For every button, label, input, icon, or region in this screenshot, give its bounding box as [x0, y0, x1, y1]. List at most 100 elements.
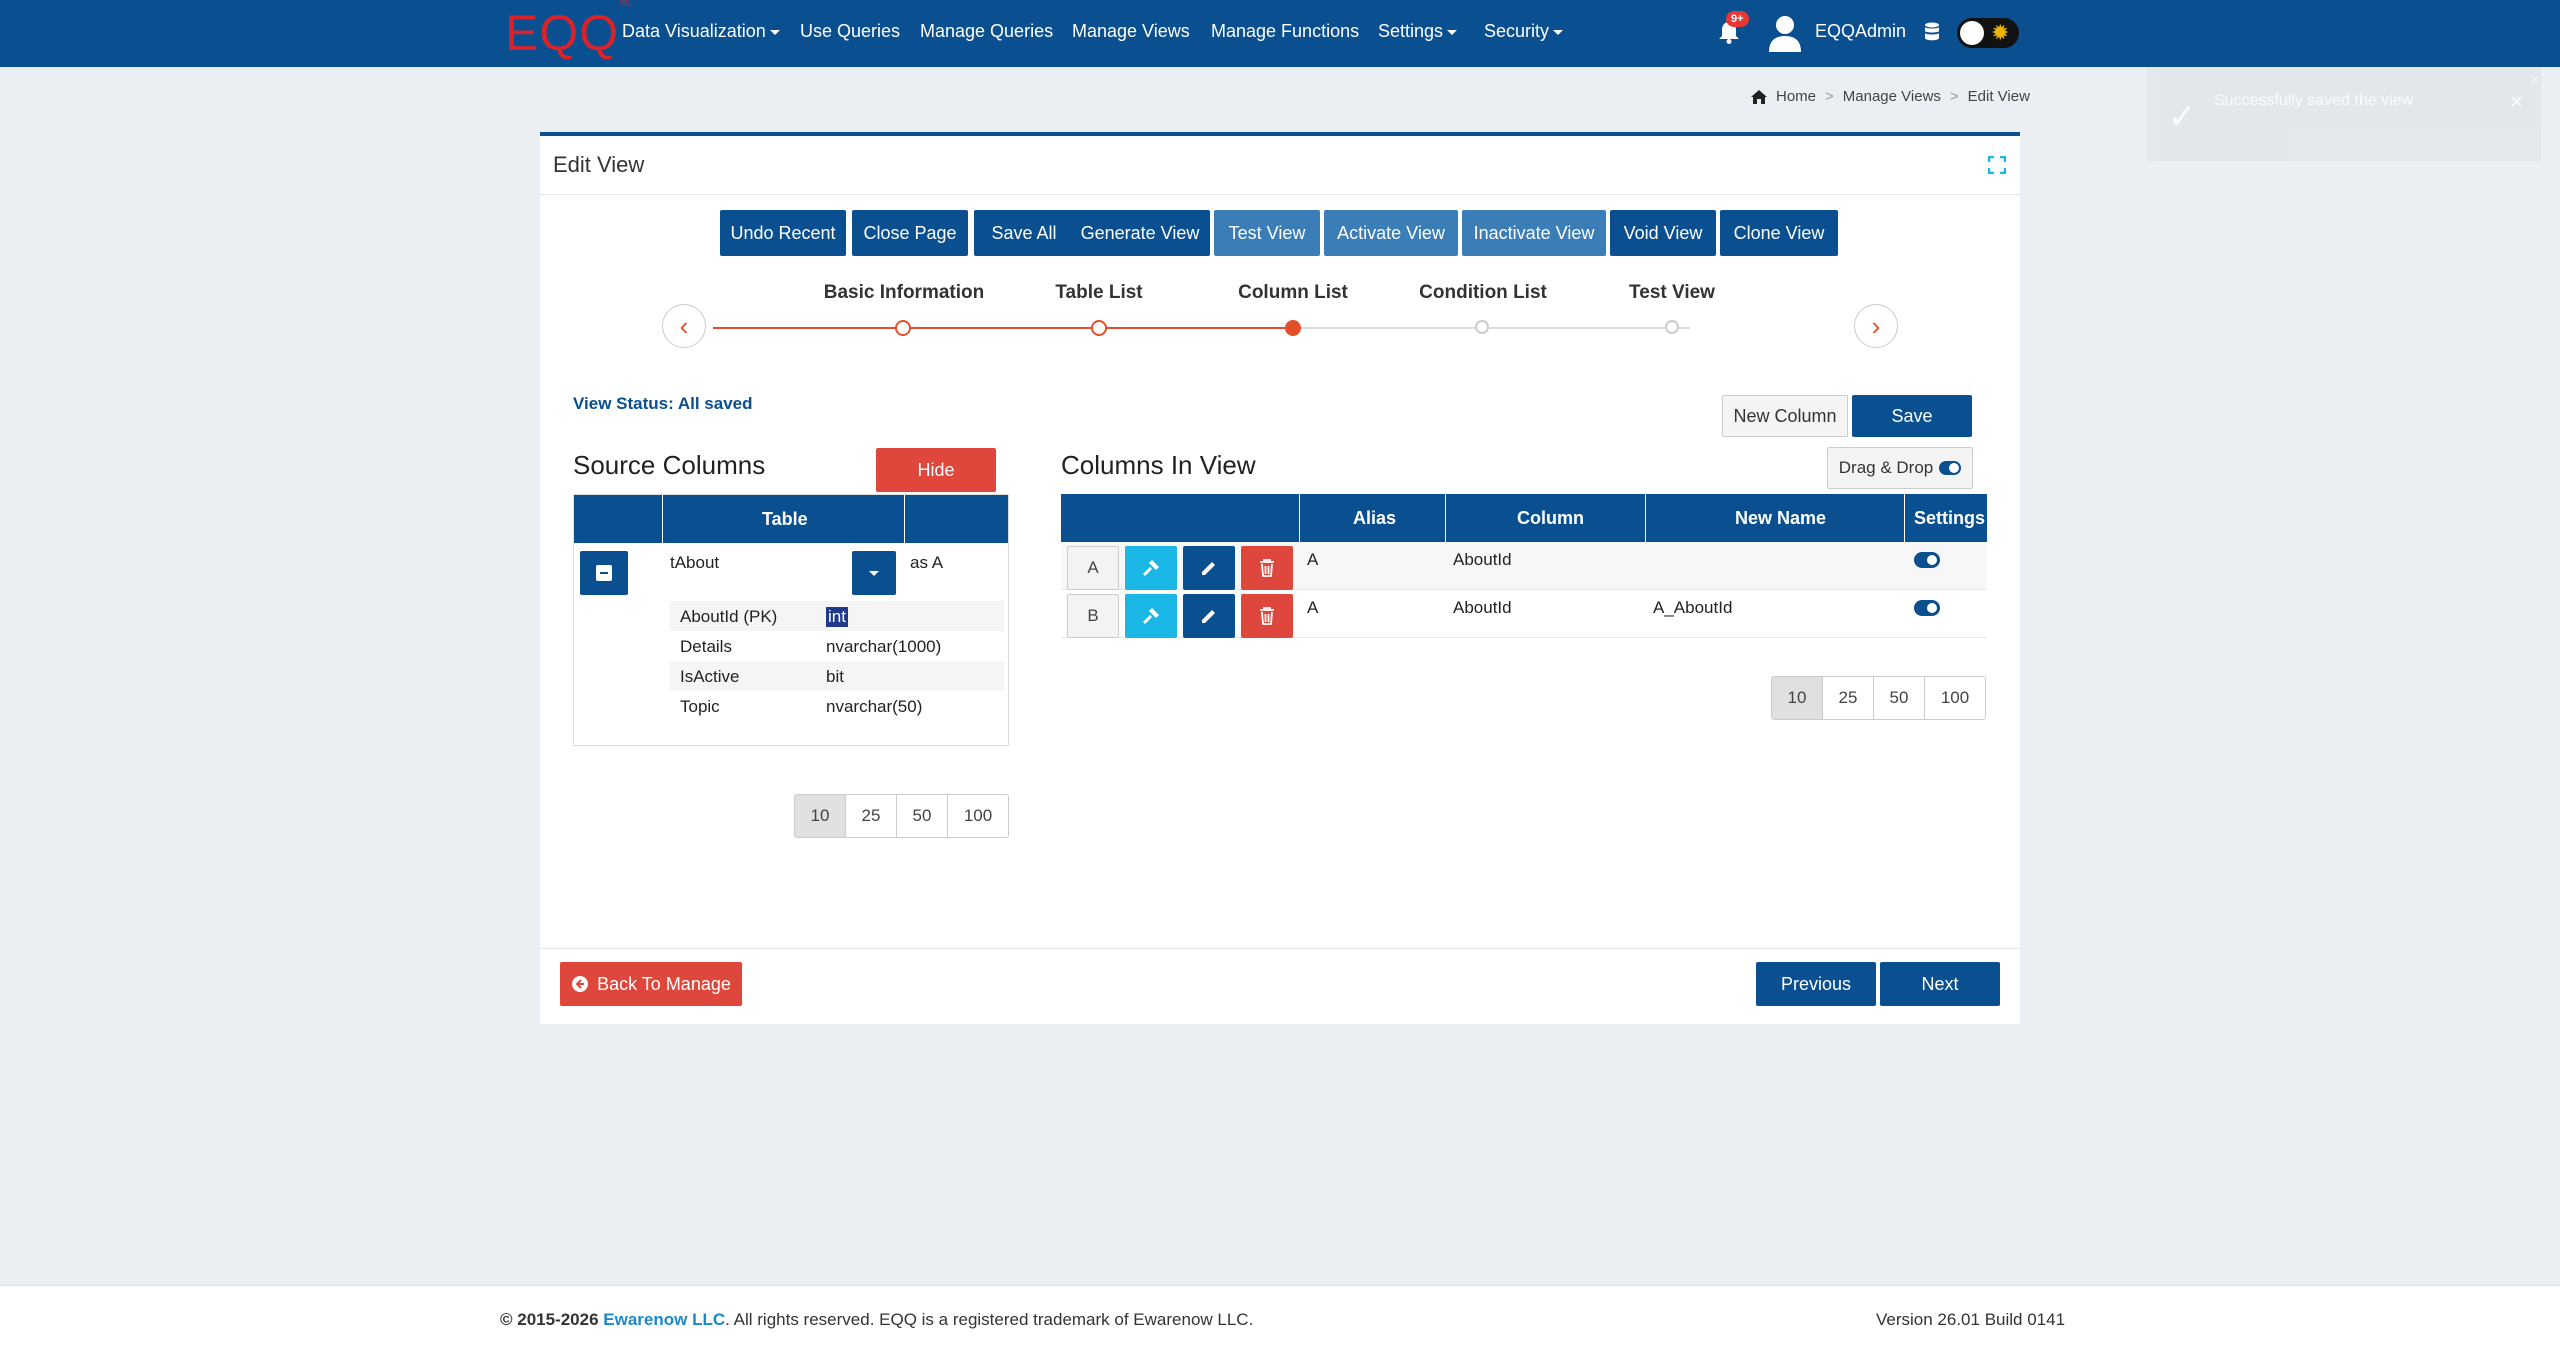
field-type: nvarchar(1000): [826, 637, 942, 656]
page-size-option[interactable]: 10: [1772, 677, 1823, 719]
nav-settings[interactable]: Settings: [1378, 21, 1458, 42]
list-item[interactable]: Details nvarchar(1000): [670, 631, 1004, 661]
table-row: B A AboutId A_AboutId: [1061, 590, 1987, 638]
toast-close-icon[interactable]: ×: [2510, 89, 2523, 115]
chevron-down-icon: [869, 571, 879, 576]
list-item[interactable]: Topic nvarchar(50): [670, 691, 1004, 721]
username-label[interactable]: EQQAdmin: [1815, 21, 1906, 42]
company-link[interactable]: Ewarenow LLC: [603, 1310, 725, 1329]
breadcrumb-home[interactable]: Home: [1776, 88, 1816, 105]
collapse-table-button[interactable]: [580, 551, 628, 595]
cell-alias: A: [1307, 550, 1319, 569]
stepper-prev-button[interactable]: ‹: [662, 304, 706, 348]
list-item[interactable]: IsActive bit: [670, 661, 1004, 691]
header-divider: [1645, 494, 1646, 542]
page-size-option[interactable]: 10: [795, 795, 846, 837]
step-dot-column-list[interactable]: [1285, 320, 1301, 336]
cell-alias: A: [1307, 598, 1319, 617]
header-divider: [1299, 494, 1300, 542]
undo-recent-button[interactable]: Undo Recent: [720, 210, 846, 256]
close-icon[interactable]: ×: [2531, 71, 2539, 87]
previous-button[interactable]: Previous: [1756, 962, 1876, 1006]
view-status: View Status: All saved: [573, 394, 753, 413]
trash-icon: [1260, 607, 1274, 625]
step-dot-table-list[interactable]: [1091, 320, 1107, 336]
settings-toggle[interactable]: [1914, 552, 1940, 568]
columns-in-view-table: Alias Column New Name Settings A A About…: [1061, 494, 1987, 644]
step-label-table-list[interactable]: Table List: [1055, 282, 1142, 304]
row-delete-button[interactable]: [1241, 546, 1293, 590]
page-size-option[interactable]: 100: [1925, 677, 1985, 719]
breadcrumb-manage-views[interactable]: Manage Views: [1843, 88, 1941, 105]
step-label-basic-information[interactable]: Basic Information: [824, 282, 984, 304]
page-size-option[interactable]: 25: [846, 795, 897, 837]
hide-button[interactable]: Hide: [876, 448, 996, 492]
row-letter-button[interactable]: A: [1067, 546, 1119, 590]
drag-drop-toggle-button[interactable]: Drag & Drop: [1827, 447, 1973, 489]
field-type: nvarchar(50): [826, 697, 923, 716]
chevron-right-icon: ›: [1871, 310, 1881, 341]
toggle-on-icon: [1939, 461, 1962, 475]
fullscreen-icon[interactable]: [1988, 156, 2006, 174]
theme-toggle[interactable]: ✹: [1957, 18, 2019, 48]
step-dot-condition-list[interactable]: [1475, 320, 1489, 334]
save-button[interactable]: Save: [1852, 395, 1972, 437]
step-dot-basic-information[interactable]: [895, 320, 911, 336]
field-name: AboutId (PK): [680, 607, 778, 626]
nav-manage-views[interactable]: Manage Views: [1072, 21, 1190, 42]
database-icon[interactable]: [1924, 22, 1940, 42]
stepper-next-button[interactable]: ›: [1854, 304, 1898, 348]
step-label-test-view[interactable]: Test View: [1629, 282, 1715, 304]
home-icon[interactable]: [1750, 89, 1768, 105]
header-divider: [1445, 494, 1446, 542]
chevron-left-icon: ‹: [679, 310, 689, 341]
row-letter-button[interactable]: B: [1067, 594, 1119, 638]
nav-manage-queries[interactable]: Manage Queries: [920, 21, 1053, 42]
close-page-button[interactable]: Close Page: [852, 210, 968, 256]
list-item[interactable]: AboutId (PK) int: [670, 601, 1004, 631]
eqq-logo[interactable]: EQQ®: [505, 0, 630, 62]
footer-copyright: © 2015-2026 Ewarenow LLC. All rights res…: [500, 1310, 1254, 1329]
next-button[interactable]: Next: [1880, 962, 2000, 1006]
source-columns-table: Table tAbout as A AboutId (PK) int Detai…: [573, 494, 1009, 746]
inactivate-view-button[interactable]: Inactivate View: [1462, 210, 1606, 256]
header-divider: [662, 495, 663, 543]
top-navbar: EQQ® Data Visualization Use Queries Mana…: [0, 0, 2560, 67]
columns-in-view-title: Columns In View: [1061, 450, 1256, 480]
back-to-manage-button[interactable]: Back To Manage: [560, 962, 742, 1006]
generate-view-button[interactable]: Generate View: [1070, 210, 1210, 256]
step-dot-test-view[interactable]: [1665, 320, 1679, 334]
table-dropdown-button[interactable]: [852, 551, 896, 595]
void-view-button[interactable]: Void View: [1610, 210, 1716, 256]
clone-view-button[interactable]: Clone View: [1720, 210, 1838, 256]
row-edit-button[interactable]: [1183, 546, 1235, 590]
page-size-option[interactable]: 25: [1823, 677, 1874, 719]
sun-icon: ✹: [1991, 20, 2010, 45]
row-edit-button[interactable]: [1183, 594, 1235, 638]
new-column-button[interactable]: New Column: [1722, 395, 1848, 437]
save-all-button[interactable]: Save All: [974, 210, 1074, 256]
table-header: Alias Column New Name Settings: [1061, 494, 1987, 542]
user-avatar-icon[interactable]: [1768, 14, 1802, 52]
step-label-column-list[interactable]: Column List: [1238, 282, 1348, 304]
header-table: Table: [762, 509, 808, 529]
minus-square-icon: [596, 565, 612, 581]
header-alias: Alias: [1353, 508, 1397, 528]
step-label-condition-list[interactable]: Condition List: [1419, 282, 1547, 304]
chevron-down-icon: [1447, 29, 1458, 35]
page-size-option[interactable]: 100: [948, 795, 1008, 837]
activate-view-button[interactable]: Activate View: [1324, 210, 1458, 256]
success-toast: ✓ Successfully saved the view × ×: [2146, 67, 2541, 161]
page-size-option[interactable]: 50: [897, 795, 948, 837]
nav-data-visualization[interactable]: Data Visualization: [622, 21, 780, 42]
test-view-button[interactable]: Test View: [1214, 210, 1320, 256]
row-delete-button[interactable]: [1241, 594, 1293, 638]
row-function-button[interactable]: [1125, 546, 1177, 590]
settings-toggle[interactable]: [1914, 600, 1940, 616]
nav-use-queries[interactable]: Use Queries: [800, 21, 900, 42]
chevron-down-icon: [769, 29, 780, 35]
page-size-option[interactable]: 50: [1874, 677, 1925, 719]
row-function-button[interactable]: [1125, 594, 1177, 638]
nav-manage-functions[interactable]: Manage Functions: [1211, 21, 1359, 42]
nav-security[interactable]: Security: [1484, 21, 1564, 42]
